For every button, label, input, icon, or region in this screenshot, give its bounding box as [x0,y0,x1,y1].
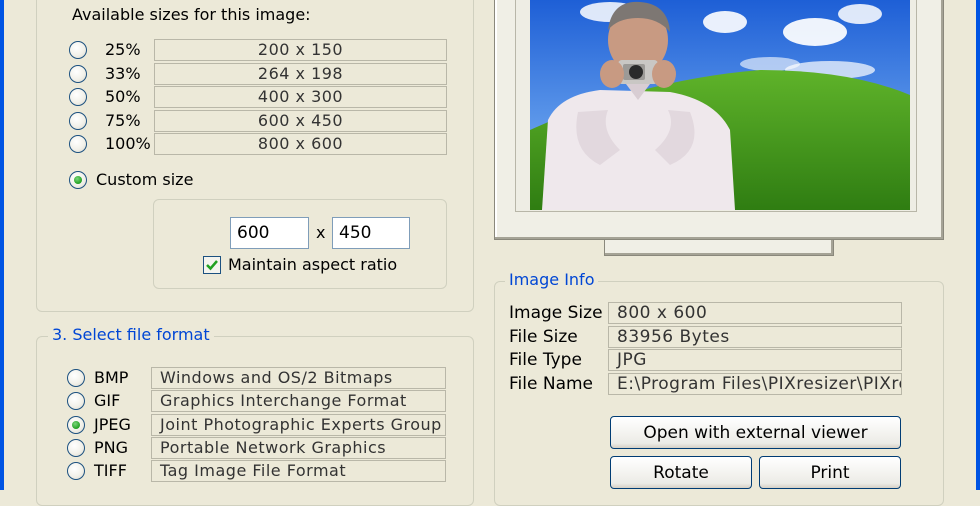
size-option-radio[interactable] [69,88,87,106]
format-option-name[interactable]: TIFF [94,460,127,482]
window-frame-right [976,0,980,490]
format-option-name[interactable]: JPEG [94,414,131,436]
format-option-description: Joint Photographic Experts Group [151,413,446,436]
format-option-radio[interactable] [67,369,85,387]
info-value: E:\Program Files\PIXresizer\PIXresiz [608,372,902,395]
sizes-heading: Available sizes for this image: [72,5,311,24]
custom-height-input[interactable] [332,217,410,249]
size-option-radio[interactable] [69,111,87,130]
size-option-radio[interactable] [69,64,87,83]
custom-size-radio[interactable] [69,171,87,189]
info-legend: Image Info [505,270,599,290]
format-option-description: Graphics Interchange Format [151,390,446,413]
format-option-name[interactable]: GIF [94,390,120,412]
checkmark-icon [206,260,218,271]
aspect-ratio-label[interactable]: Maintain aspect ratio [228,254,397,276]
size-option-percent[interactable]: 25% [105,39,141,61]
format-option-name[interactable]: BMP [94,367,128,389]
info-value: JPG [608,349,902,371]
window-frame-left [0,0,4,490]
format-option-radio[interactable] [67,438,85,457]
size-option-dimensions: 800 x 600 [154,133,447,155]
open-external-viewer-button[interactable]: Open with external viewer [610,416,901,449]
size-option-dimensions: 200 x 150 [154,39,447,61]
format-option-description: Portable Network Graphics [151,436,446,459]
info-value: 800 x 600 [608,302,902,324]
preview-image [530,0,910,210]
size-option-percent[interactable]: 33% [105,63,141,85]
info-label: File Type [509,350,582,370]
size-option-percent[interactable]: 50% [105,86,141,108]
size-option-dimensions: 600 x 450 [154,109,447,132]
custom-width-input[interactable] [230,217,309,249]
rotate-button[interactable]: Rotate [610,456,752,489]
format-option-description: Tag Image File Format [151,460,446,483]
times-label: x [316,223,326,242]
info-label: Image Size [509,303,603,323]
print-button[interactable]: Print [759,456,901,489]
info-value: 83956 Bytes [608,325,902,348]
format-option-description: Windows and OS/2 Bitmaps [151,367,446,389]
monitor-stand [604,240,834,256]
size-option-dimensions: 400 x 300 [154,86,447,108]
info-label: File Name [509,373,594,394]
format-option-radio[interactable] [67,415,85,434]
size-option-dimensions: 264 x 198 [154,62,447,85]
format-option-name[interactable]: PNG [94,437,128,459]
size-option-radio[interactable] [69,41,87,59]
size-option-percent[interactable]: 75% [105,110,141,132]
aspect-ratio-checkbox[interactable] [203,256,221,274]
custom-size-label[interactable]: Custom size [96,169,193,191]
size-option-percent[interactable]: 100% [105,133,151,155]
format-legend: 3. Select file format [48,325,214,345]
size-option-radio[interactable] [69,135,87,153]
info-label: File Size [509,326,578,347]
